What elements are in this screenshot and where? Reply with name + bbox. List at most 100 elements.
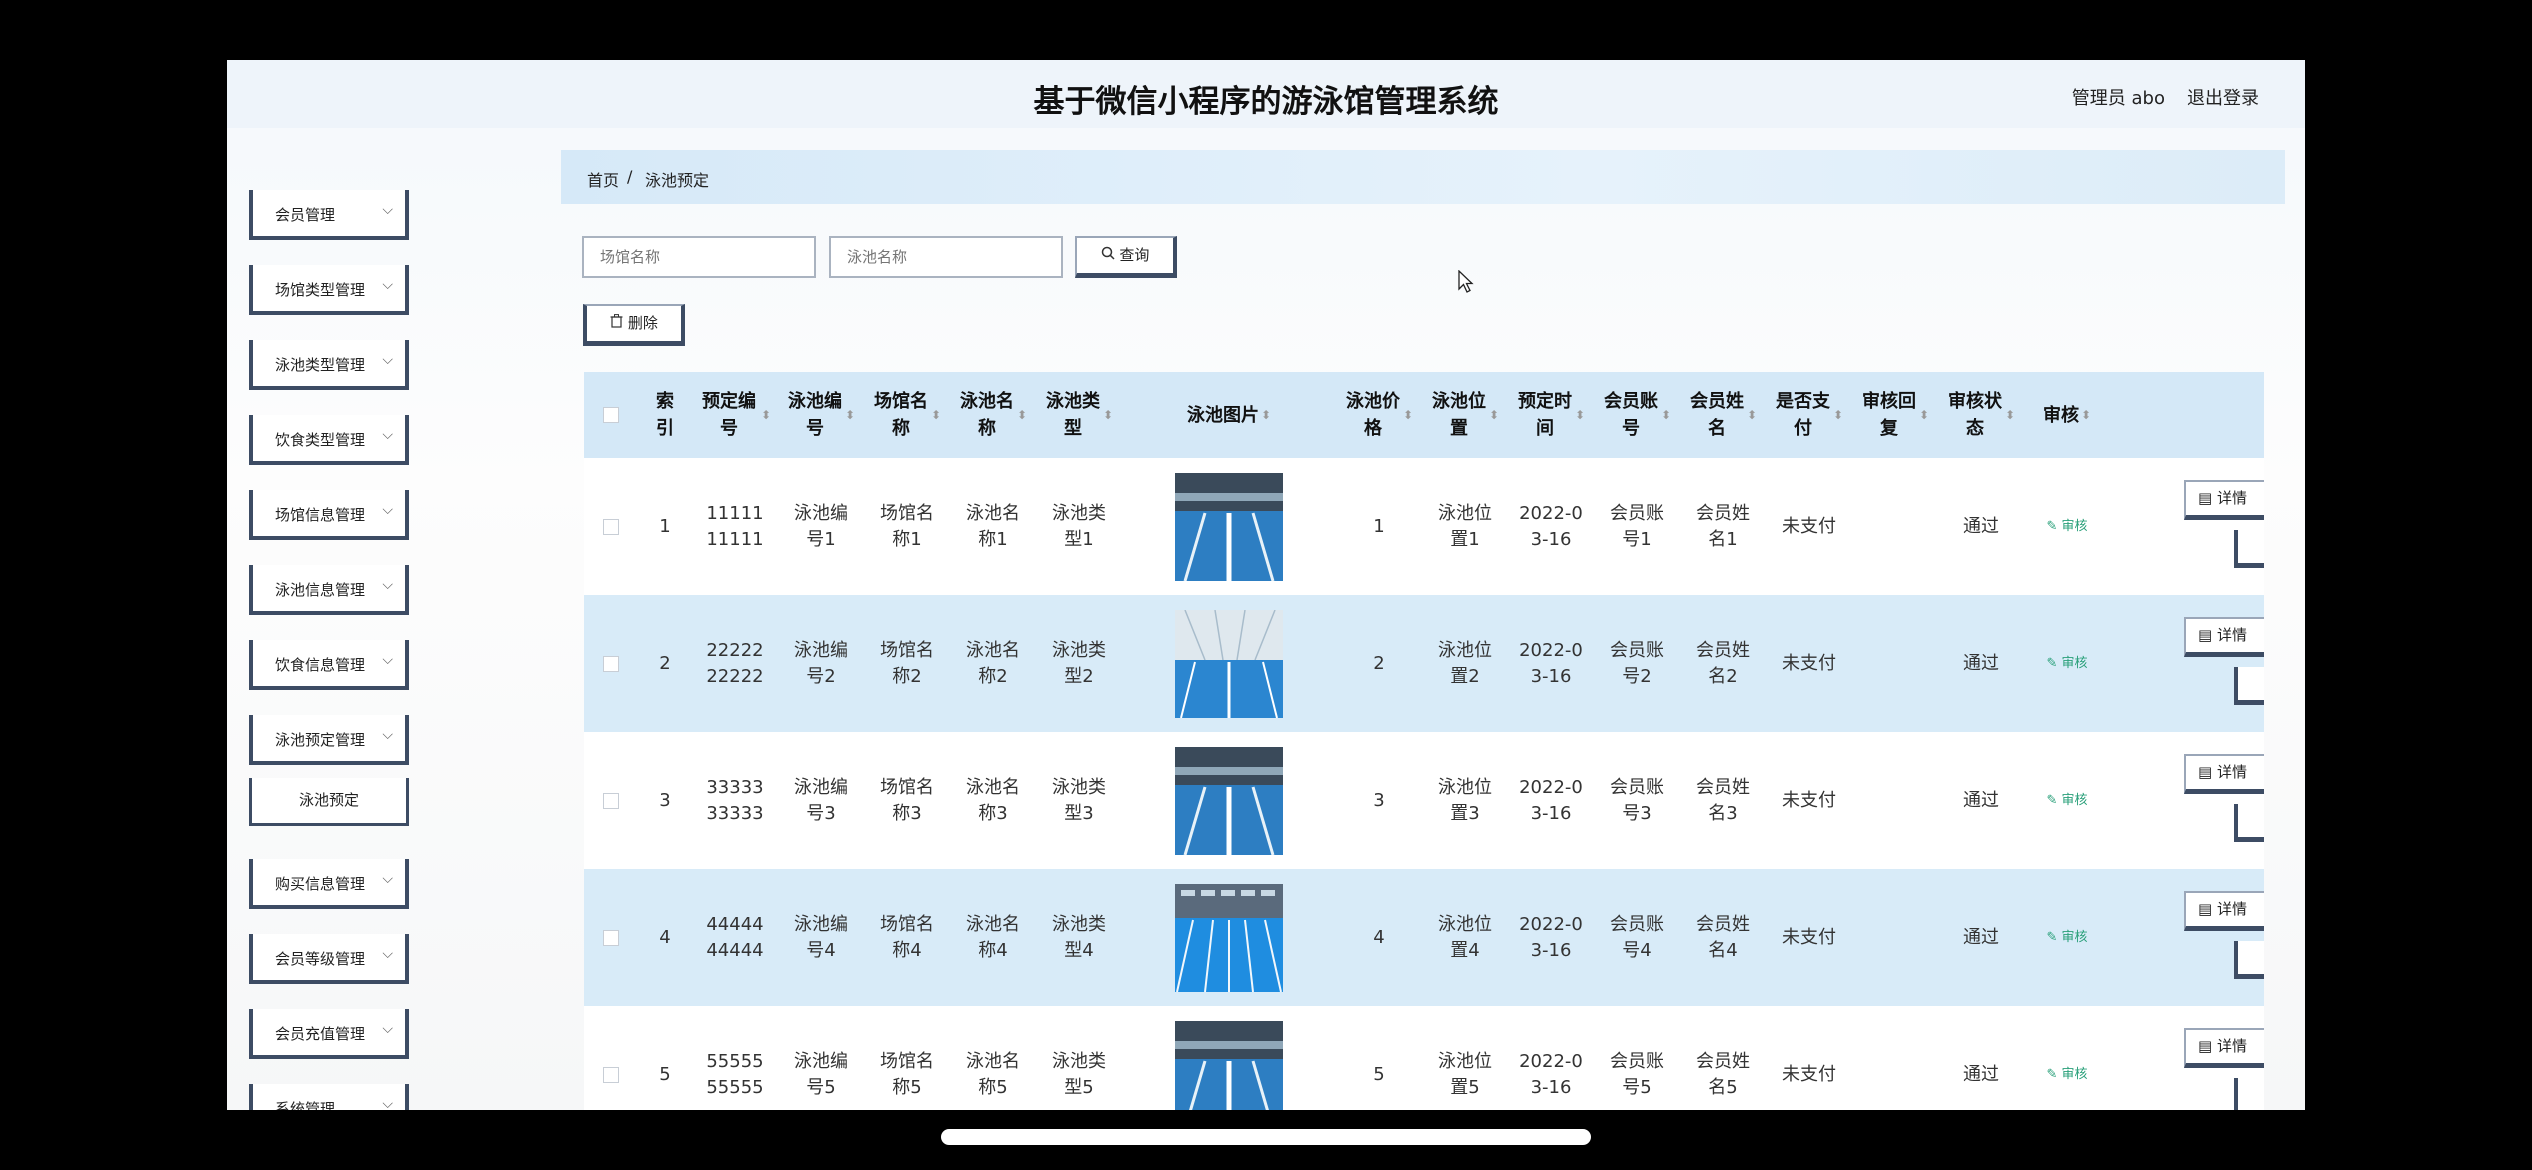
column-header-label: 审核回复 bbox=[1861, 391, 1916, 439]
query-button[interactable]: 查询 bbox=[1075, 236, 1177, 278]
column-header-location[interactable]: 泳池位置 ⬍ bbox=[1422, 372, 1508, 458]
sidebar-item-pool-booking[interactable]: 泳池预定管理 ⌵ bbox=[249, 715, 409, 765]
sidebar-item-label: 会员充值管理 bbox=[275, 1025, 366, 1043]
audit-link[interactable]: ✎ 审核 bbox=[2046, 651, 2087, 677]
row-action-button[interactable] bbox=[2234, 1078, 2264, 1110]
column-header-pool-image[interactable]: 泳池图片 ⬍ bbox=[1122, 372, 1336, 458]
edit-icon: ✎ bbox=[2046, 518, 2058, 534]
row-checkbox[interactable] bbox=[603, 655, 619, 672]
cell-pool-name: 泳池名称3 bbox=[950, 732, 1036, 869]
sidebar-item-member[interactable]: 会员管理 ⌵ bbox=[249, 190, 409, 240]
pool-image[interactable] bbox=[1175, 609, 1283, 718]
sidebar-item-venue-type[interactable]: 场馆类型管理 ⌵ bbox=[249, 265, 409, 315]
row-checkbox[interactable] bbox=[603, 1066, 619, 1083]
column-header-audit[interactable]: 审核 ⬍ bbox=[2024, 372, 2110, 458]
sidebar-item-label: 泳池预定管理 bbox=[275, 731, 366, 749]
row-checkbox[interactable] bbox=[603, 518, 619, 535]
column-header-index[interactable]: 索引 bbox=[638, 372, 692, 458]
detail-button-label: 详情 bbox=[2216, 489, 2247, 507]
column-header-audit-status[interactable]: 审核状态 ⬍ bbox=[1938, 372, 2024, 458]
sort-icon: ⬍ bbox=[2004, 407, 2016, 422]
cell-audit-status: 通过 bbox=[1963, 926, 1999, 948]
row-select-cell bbox=[584, 869, 638, 1006]
cell-pool-type: 泳池类型4 bbox=[1036, 869, 1122, 1006]
cell-member-name: 会员姓名4 bbox=[1680, 869, 1766, 1006]
detail-button[interactable]: ▤ 详情 bbox=[2184, 1028, 2264, 1068]
column-header-pool-name[interactable]: 泳池名称 ⬍ bbox=[950, 372, 1036, 458]
sort-icon: ⬍ bbox=[1660, 407, 1672, 422]
cell-audit: ✎ 审核 bbox=[2024, 732, 2110, 869]
sidebar-item-pool-type[interactable]: 泳池类型管理 ⌵ bbox=[249, 340, 409, 390]
row-action-button[interactable] bbox=[2234, 667, 2264, 705]
row-action-button[interactable] bbox=[2234, 530, 2264, 568]
delete-button[interactable]: 删除 bbox=[583, 304, 685, 346]
column-header-label: 预定编号 bbox=[701, 391, 756, 439]
sidebar-item-food-type[interactable]: 饮食类型管理 ⌵ bbox=[249, 415, 409, 465]
audit-link[interactable]: ✎ 审核 bbox=[2046, 1062, 2087, 1088]
sidebar-item-member-recharge[interactable]: 会员充值管理 ⌵ bbox=[249, 1009, 409, 1059]
column-header-pool-no[interactable]: 泳池编号 ⬍ bbox=[778, 372, 864, 458]
chevron-down-icon: ⌵ bbox=[382, 727, 393, 743]
column-header-booking-no[interactable]: 预定编号 ⬍ bbox=[692, 372, 778, 458]
sidebar-item-pool-info[interactable]: 泳池信息管理 ⌵ bbox=[249, 565, 409, 615]
column-header-pool-type[interactable]: 泳池类型 ⬍ bbox=[1036, 372, 1122, 458]
cell-booking-time: 2022-03-16 bbox=[1508, 1006, 1594, 1110]
detail-button[interactable]: ▤ 详情 bbox=[2184, 754, 2264, 794]
sidebar-item-label: 场馆类型管理 bbox=[275, 281, 366, 299]
column-header-label: 索引 bbox=[656, 391, 674, 439]
detail-button[interactable]: ▤ 详情 bbox=[2184, 480, 2264, 520]
cell-text: 泳池类型3 bbox=[1052, 776, 1106, 824]
audit-link[interactable]: ✎ 审核 bbox=[2046, 925, 2087, 951]
pool-image[interactable] bbox=[1175, 472, 1283, 581]
column-header-booking-time[interactable]: 预定时间 ⬍ bbox=[1508, 372, 1594, 458]
column-header-audit-reply[interactable]: 审核回复 ⬍ bbox=[1852, 372, 1938, 458]
audit-link[interactable]: ✎ 审核 bbox=[2046, 788, 2087, 814]
column-header-member-name[interactable]: 会员姓名 ⬍ bbox=[1680, 372, 1766, 458]
select-all-cell bbox=[584, 372, 638, 458]
audit-link[interactable]: ✎ 审核 bbox=[2046, 514, 2087, 540]
sidebar-item-venue-info[interactable]: 场馆信息管理 ⌵ bbox=[249, 490, 409, 540]
column-header-label: 会员姓名 bbox=[1689, 391, 1744, 439]
sidebar-item-food-info[interactable]: 饮食信息管理 ⌵ bbox=[249, 640, 409, 690]
sidebar-item-member-level[interactable]: 会员等级管理 ⌵ bbox=[249, 934, 409, 984]
sidebar-item-purchase-info[interactable]: 购买信息管理 ⌵ bbox=[249, 859, 409, 909]
cell-text: 会员账号1 bbox=[1610, 502, 1664, 550]
cell-index: 5 bbox=[659, 1063, 671, 1085]
cell-pool-type: 泳池类型1 bbox=[1036, 458, 1122, 595]
logout-link[interactable]: 退出登录 bbox=[2187, 84, 2259, 110]
row-checkbox[interactable] bbox=[603, 929, 619, 946]
cell-audit-reply bbox=[1852, 595, 1938, 732]
cell-audit: ✎ 审核 bbox=[2024, 595, 2110, 732]
sidebar-subitem-pool-booking[interactable]: 泳池预定 bbox=[249, 778, 409, 826]
sidebar-item-system[interactable]: 系统管理 ⌵ bbox=[249, 1084, 409, 1110]
pool-image[interactable] bbox=[1175, 1020, 1283, 1111]
pool-image[interactable] bbox=[1175, 746, 1283, 855]
cell-audit-status: 通过 bbox=[1963, 1063, 1999, 1085]
detail-button-label: 详情 bbox=[2216, 1037, 2247, 1055]
row-action-button[interactable] bbox=[2234, 941, 2264, 979]
pool-image[interactable] bbox=[1175, 883, 1283, 992]
sort-icon: ⬍ bbox=[1260, 407, 1272, 422]
select-all-checkbox[interactable] bbox=[603, 407, 619, 423]
cell-pool-image bbox=[1122, 595, 1336, 732]
audit-link-label: 审核 bbox=[2061, 1066, 2088, 1082]
pool-name-search-input[interactable] bbox=[829, 236, 1063, 278]
venue-name-search-input[interactable] bbox=[582, 236, 816, 278]
sidebar-item-label: 会员等级管理 bbox=[275, 950, 366, 968]
detail-button[interactable]: ▤ 详情 bbox=[2184, 617, 2264, 657]
cell-member-name: 会员姓名5 bbox=[1680, 1006, 1766, 1110]
sort-icon: ⬍ bbox=[1918, 407, 1930, 422]
cell-member-account: 会员账号3 bbox=[1594, 732, 1680, 869]
row-select-cell bbox=[584, 595, 638, 732]
admin-label: 管理员 abo bbox=[2071, 88, 2165, 109]
column-header-member-account[interactable]: 会员账号 ⬍ bbox=[1594, 372, 1680, 458]
breadcrumb-home[interactable]: 首页 bbox=[587, 167, 619, 191]
detail-button[interactable]: ▤ 详情 bbox=[2184, 891, 2264, 931]
row-action-button[interactable] bbox=[2234, 804, 2264, 842]
column-header-price[interactable]: 泳池价格 ⬍ bbox=[1336, 372, 1422, 458]
column-header-paid[interactable]: 是否支付 ⬍ bbox=[1766, 372, 1852, 458]
column-header-venue-name[interactable]: 场馆名称 ⬍ bbox=[864, 372, 950, 458]
table-row: 1 1111111111 泳池编号1 场馆名称1 泳池名称1 泳池类型1 1 泳… bbox=[584, 458, 2264, 596]
cell-text: 场馆名称1 bbox=[880, 502, 934, 550]
row-checkbox[interactable] bbox=[603, 792, 619, 809]
